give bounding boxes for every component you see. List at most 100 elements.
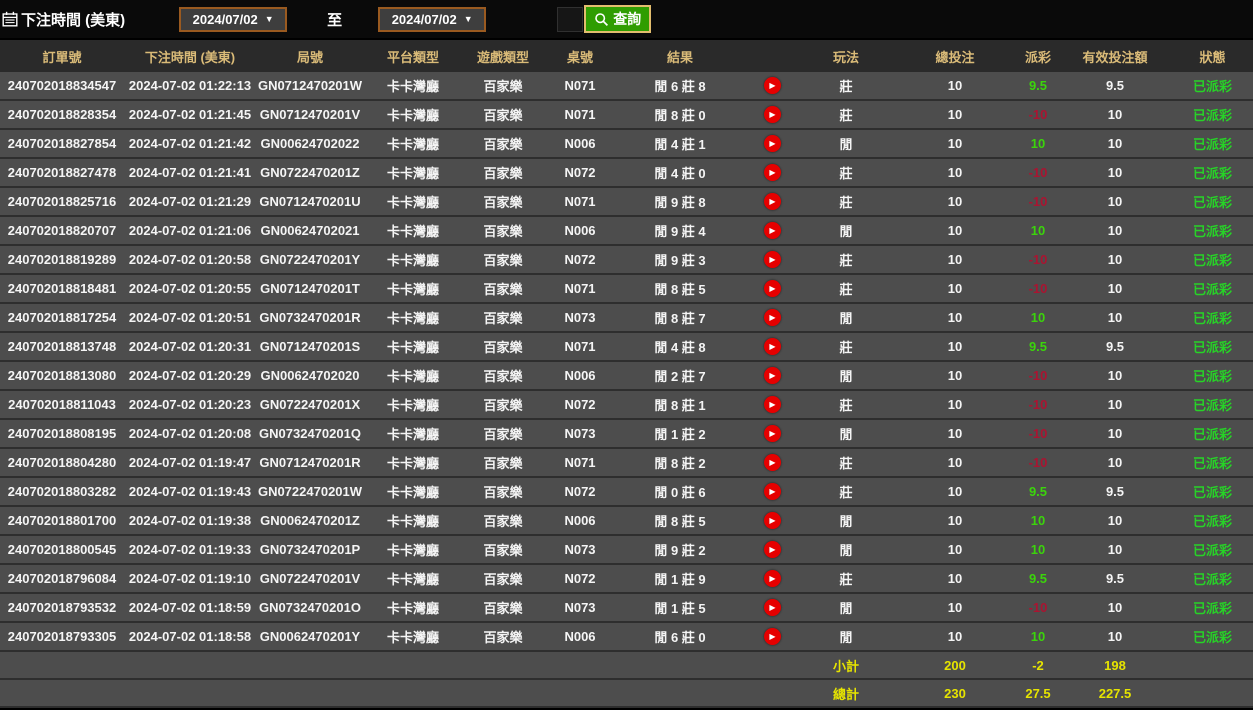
payout-cell: -10 [1028, 165, 1048, 180]
replay-icon[interactable]: ▶ [763, 77, 781, 94]
replay-cell: ▶ [744, 565, 800, 592]
platform-type-cell: 卡卡灣廳 [386, 572, 439, 587]
replay-icon[interactable]: ▶ [763, 135, 781, 152]
platform-type-cell: 卡卡灣廳 [386, 543, 439, 558]
result-cell: 閒 8 莊 5 [654, 282, 706, 297]
total-bet-cell: 10 [947, 223, 963, 238]
table-number-cell: N071 [564, 194, 596, 209]
query-button[interactable]: 查詢 [584, 5, 652, 33]
bet-time-cell: 2024-07-02 01:21:06 [128, 223, 252, 238]
status-badge: 已派彩 [1192, 572, 1232, 587]
table-row: 240702018819289 2024-07-02 01:20:58 GN07… [0, 246, 1253, 275]
header-payout: 派彩 [1024, 49, 1051, 65]
date-from-select[interactable]: 2024/07/02 ▼ [179, 6, 288, 32]
replay-icon[interactable]: ▶ [763, 425, 781, 442]
replay-icon[interactable]: ▶ [763, 570, 781, 587]
order-number-cell: 240702018796084 [7, 571, 117, 586]
status-badge: 已派彩 [1192, 282, 1232, 297]
table-number-cell: N006 [564, 136, 596, 151]
result-cell: 閒 8 莊 0 [654, 108, 706, 123]
replay-icon[interactable]: ▶ [763, 396, 781, 413]
table-number-cell: N071 [564, 78, 596, 93]
valid-bet-cell: 10 [1107, 107, 1123, 122]
total-bet-cell: 10 [947, 165, 963, 180]
replay-icon[interactable]: ▶ [763, 454, 781, 471]
result-cell: 閒 9 莊 8 [654, 195, 706, 210]
game-type-cell: 百家樂 [483, 79, 523, 94]
result-cell: 閒 8 莊 1 [654, 398, 706, 413]
result-cell: 閒 9 莊 3 [654, 253, 706, 268]
table-row: 240702018803282 2024-07-02 01:19:43 GN07… [0, 478, 1253, 507]
order-number-cell: 240702018804280 [7, 455, 117, 470]
order-number-cell: 240702018827478 [7, 165, 117, 180]
result-cell: 閒 9 莊 4 [654, 224, 706, 239]
round-number-cell: GN0732470201R [259, 310, 361, 325]
play-type-cell: 莊 [839, 340, 853, 355]
payout-cell: -10 [1028, 397, 1048, 412]
replay-icon[interactable]: ▶ [763, 222, 781, 239]
replay-cell: ▶ [744, 478, 800, 505]
play-type-cell: 莊 [839, 166, 853, 181]
bet-time-cell: 2024-07-02 01:21:29 [128, 194, 252, 209]
table-number-cell: N072 [564, 397, 596, 412]
calendar-icon [2, 11, 18, 27]
replay-icon[interactable]: ▶ [763, 483, 781, 500]
table-row: 240702018796084 2024-07-02 01:19:10 GN07… [0, 565, 1253, 594]
play-type-cell: 閒 [839, 514, 853, 529]
round-number-cell: GN0712470201R [259, 455, 361, 470]
replay-icon[interactable]: ▶ [763, 309, 781, 326]
replay-icon[interactable]: ▶ [763, 280, 781, 297]
result-cell: 閒 8 莊 2 [654, 456, 706, 471]
play-type-cell: 莊 [839, 456, 853, 471]
platform-type-cell: 卡卡灣廳 [386, 224, 439, 239]
order-number-cell: 240702018793532 [7, 600, 117, 615]
game-type-cell: 百家樂 [483, 572, 523, 587]
order-number-cell: 240702018803282 [7, 484, 117, 499]
replay-icon[interactable]: ▶ [763, 251, 781, 268]
replay-icon[interactable]: ▶ [763, 541, 781, 558]
table-number-cell: N073 [564, 600, 596, 615]
date-from-value: 2024/07/02 [192, 11, 258, 27]
game-type-cell: 百家樂 [483, 514, 523, 529]
platform-type-cell: 卡卡灣廳 [386, 311, 439, 326]
game-type-cell: 百家樂 [483, 369, 523, 384]
total-bet-cell: 10 [947, 281, 963, 296]
replay-icon[interactable]: ▶ [763, 193, 781, 210]
replay-icon[interactable]: ▶ [763, 106, 781, 123]
round-number-cell: GN0712470201S [259, 339, 361, 354]
status-badge: 已派彩 [1192, 166, 1232, 181]
replay-icon[interactable]: ▶ [763, 164, 781, 181]
play-triangle-icon: ▶ [769, 573, 776, 583]
valid-bet-cell: 10 [1107, 310, 1123, 325]
status-badge: 已派彩 [1192, 514, 1232, 529]
payout-cell: 9.5 [1028, 484, 1048, 499]
table-number-cell: N006 [564, 629, 596, 644]
status-badge: 已派彩 [1192, 485, 1232, 500]
payout-cell: 10 [1030, 542, 1046, 557]
table-row: 240702018827478 2024-07-02 01:21:41 GN07… [0, 159, 1253, 188]
empty-toolbar-box [557, 6, 584, 32]
valid-bet-cell: 10 [1107, 136, 1123, 151]
status-badge: 已派彩 [1192, 398, 1232, 413]
replay-cell: ▶ [744, 623, 800, 650]
payout-cell: -10 [1028, 281, 1048, 296]
header-bet-time: 下注時間 (美東) [144, 49, 236, 65]
dropdown-arrow-icon: ▼ [264, 13, 274, 24]
play-triangle-icon: ▶ [769, 370, 776, 380]
replay-icon[interactable]: ▶ [763, 512, 781, 529]
round-number-cell: GN0722470201V [259, 571, 361, 586]
game-type-cell: 百家樂 [483, 630, 523, 645]
replay-icon[interactable]: ▶ [763, 367, 781, 384]
replay-icon[interactable]: ▶ [763, 599, 781, 616]
total-bet-cell: 10 [947, 107, 963, 122]
replay-icon[interactable]: ▶ [763, 338, 781, 355]
platform-type-cell: 卡卡灣廳 [386, 108, 439, 123]
payout-cell: -10 [1028, 426, 1048, 441]
order-number-cell: 240702018819289 [7, 252, 117, 267]
date-to-select[interactable]: 2024/07/02 ▼ [378, 6, 487, 32]
game-type-cell: 百家樂 [483, 601, 523, 616]
game-type-cell: 百家樂 [483, 108, 523, 123]
filter-bar: 下注時間 (美東) 2024/07/02 ▼ 至 2024/07/02 ▼ 查詢 [0, 0, 1253, 38]
replay-icon[interactable]: ▶ [763, 628, 781, 645]
replay-cell: ▶ [744, 159, 800, 186]
